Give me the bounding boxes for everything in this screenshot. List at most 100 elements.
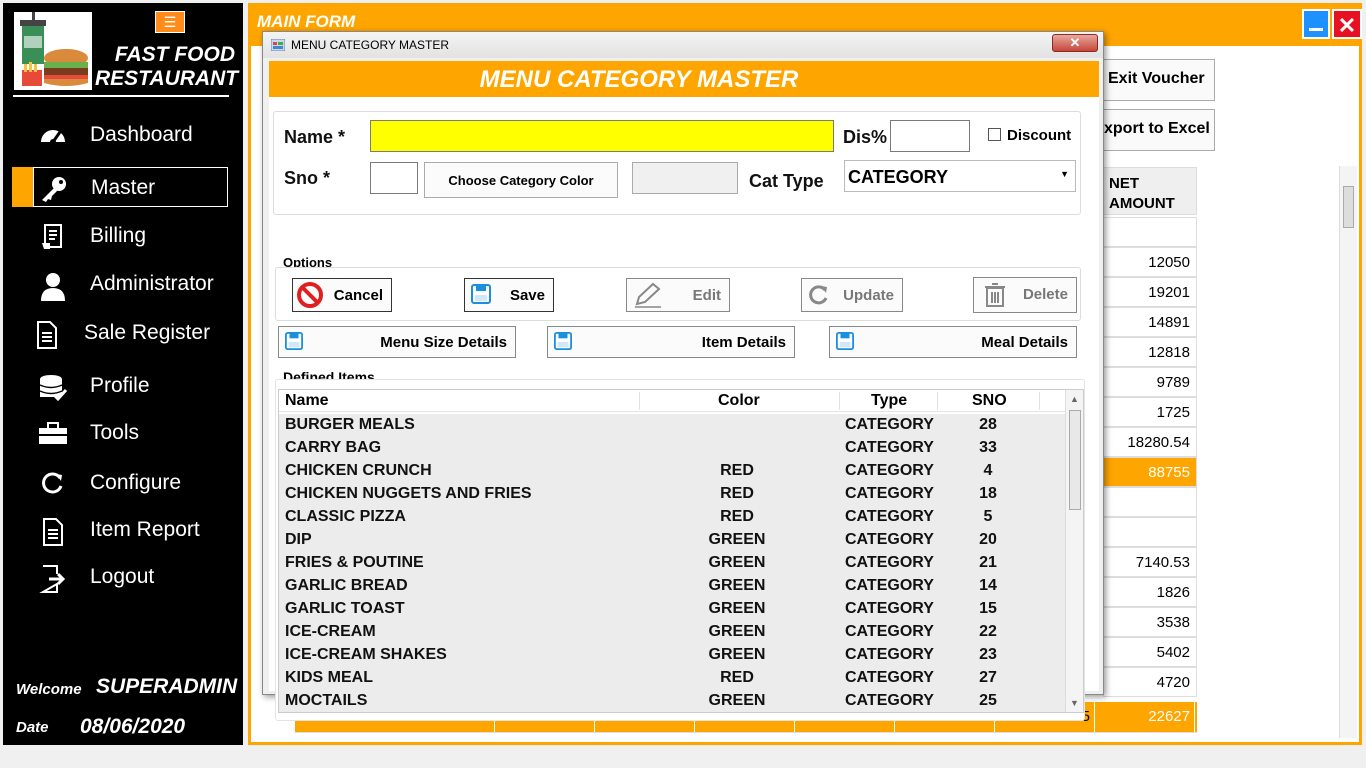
net-amount-cell: 18280.54 xyxy=(1103,427,1197,457)
table-row[interactable]: CHICKEN CRUNCH RED CATEGORY 4 xyxy=(279,460,1065,483)
nav-configure[interactable]: Configure xyxy=(12,463,228,503)
table-row[interactable]: ICE-CREAM GREEN CATEGORY 22 xyxy=(279,621,1065,644)
nav-dashboard[interactable]: Dashboard xyxy=(12,115,228,155)
close-icon: ✕ xyxy=(1069,35,1081,50)
nav-profile[interactable]: Profile xyxy=(12,366,228,406)
nav-tools[interactable]: Tools xyxy=(12,413,228,453)
dialog-close-button[interactable]: ✕ xyxy=(1052,34,1098,52)
cell-type: CATEGORY xyxy=(845,669,934,686)
document-icon xyxy=(36,517,70,546)
close-button[interactable]: ✕ xyxy=(1332,9,1362,39)
pencil-icon xyxy=(635,282,661,308)
database-icon xyxy=(36,373,70,402)
table-row[interactable]: KIDS MEAL RED CATEGORY 27 xyxy=(279,667,1065,690)
total-net: 22627 xyxy=(1095,702,1195,732)
button-label: xport to Excel xyxy=(1104,120,1210,137)
welcome-label: Welcome xyxy=(16,681,82,698)
background-scrollbar[interactable] xyxy=(1339,166,1357,738)
scroll-up-icon[interactable]: ▲ xyxy=(1070,394,1079,404)
cell-type: CATEGORY xyxy=(845,577,934,594)
color-preview xyxy=(632,162,738,194)
discount-label: Discount xyxy=(1007,127,1072,144)
name-input[interactable] xyxy=(370,120,834,152)
nav-logout[interactable]: Logout xyxy=(12,557,228,597)
dialog-title: MENU CATEGORY MASTER xyxy=(291,38,450,52)
column-divider xyxy=(1039,392,1040,410)
table-row[interactable]: CLASSIC PIZZA RED CATEGORY 5 xyxy=(279,506,1065,529)
net-amount-cell: 14891 xyxy=(1103,307,1197,337)
cell-name: CHICKEN CRUNCH xyxy=(285,462,432,479)
cancel-button[interactable]: Cancel xyxy=(292,278,392,312)
divider xyxy=(13,95,229,97)
cell-type: CATEGORY xyxy=(845,646,934,663)
menu-size-details-button[interactable]: Menu Size Details xyxy=(278,326,516,358)
cell-name: CARRY BAG xyxy=(285,439,382,456)
save-button[interactable]: Save xyxy=(464,278,554,312)
cell-color: RED xyxy=(720,508,754,525)
table-row[interactable]: DIP GREEN CATEGORY 20 xyxy=(279,529,1065,552)
cell-name: KIDS MEAL xyxy=(285,669,373,686)
table-row[interactable]: FRIES & POUTINE GREEN CATEGORY 21 xyxy=(279,552,1065,575)
nav-item-report[interactable]: Item Report xyxy=(12,510,228,550)
column-header[interactable]: Name xyxy=(285,392,329,410)
cancel-icon xyxy=(297,282,323,308)
cell-color: GREEN xyxy=(708,692,766,709)
cell-name: GARLIC BREAD xyxy=(285,577,408,594)
nav-administrator[interactable]: Administrator xyxy=(12,264,228,304)
sno-input[interactable] xyxy=(370,162,418,194)
scroll-down-icon[interactable]: ▼ xyxy=(1070,698,1079,708)
scroll-thumb[interactable] xyxy=(1343,186,1354,228)
minimize-button[interactable] xyxy=(1302,9,1330,39)
choose-color-button[interactable]: Choose Category Color xyxy=(424,162,618,198)
button-label: Meal Details xyxy=(981,334,1068,351)
restaurant-logo xyxy=(14,12,92,90)
grid-scrollbar[interactable]: ▲ ▼ xyxy=(1065,390,1083,712)
cell-sno: 5 xyxy=(983,508,993,525)
dialog-titlebar: MENU CATEGORY MASTER ✕ xyxy=(263,32,1103,58)
net-amount-cell: 1826 xyxy=(1103,577,1197,607)
cell-type: CATEGORY xyxy=(845,623,934,640)
menu-toggle-button[interactable]: ☰ xyxy=(155,11,185,33)
net-amount-cell: 7140.53 xyxy=(1103,547,1197,577)
cell-name: GARLIC TOAST xyxy=(285,600,405,617)
close-icon: ✕ xyxy=(1337,13,1357,38)
nav-master[interactable]: Master xyxy=(33,167,228,207)
dialog-header: MENU CATEGORY MASTER xyxy=(269,61,1099,97)
discount-checkbox[interactable] xyxy=(988,128,1001,141)
export-excel-button[interactable]: xport to Excel xyxy=(1097,109,1215,151)
billing-icon xyxy=(36,223,70,251)
cell-sno: 4 xyxy=(983,462,993,479)
chevron-down-icon: ▼ xyxy=(1060,169,1069,179)
app-icon xyxy=(271,39,285,51)
item-details-button[interactable]: Item Details xyxy=(547,326,795,358)
column-header[interactable]: Color xyxy=(718,392,760,410)
table-row[interactable]: GARLIC TOAST GREEN CATEGORY 15 xyxy=(279,598,1065,621)
table-row[interactable]: CHICKEN NUGGETS AND FRIES RED CATEGORY 18 xyxy=(279,483,1065,506)
table-row[interactable]: CARRY BAG CATEGORY 33 xyxy=(279,437,1065,460)
net-amount-cell: 12050 xyxy=(1103,247,1197,277)
scroll-thumb[interactable] xyxy=(1069,410,1081,510)
nav-sale-register[interactable]: Sale Register xyxy=(12,313,228,353)
delete-button[interactable]: Delete xyxy=(973,277,1077,313)
cell-sno: 25 xyxy=(979,692,997,709)
exit-voucher-button[interactable]: Exit Voucher xyxy=(1097,59,1215,101)
table-row[interactable]: BURGER MEALS CATEGORY 28 xyxy=(279,414,1065,437)
dis-input[interactable] xyxy=(890,120,970,152)
cell-type: CATEGORY xyxy=(845,692,934,709)
table-row[interactable]: MOCTAILS GREEN CATEGORY 25 xyxy=(279,690,1065,712)
table-row[interactable]: ICE-CREAM SHAKES GREEN CATEGORY 23 xyxy=(279,644,1065,667)
nav-label: Profile xyxy=(90,374,150,397)
meal-details-button[interactable]: Meal Details xyxy=(829,326,1077,358)
cell-sno: 23 xyxy=(979,646,997,663)
column-header[interactable]: Type xyxy=(871,392,907,410)
net-amount-cell: 1725 xyxy=(1103,397,1197,427)
table-row[interactable]: GARLIC BREAD GREEN CATEGORY 14 xyxy=(279,575,1065,598)
grid-header: Name Color Type SNO xyxy=(279,390,1065,412)
nav-billing[interactable]: Billing xyxy=(12,216,228,256)
cat-type-select[interactable]: CATEGORY ▼ xyxy=(844,160,1076,192)
cell-sno: 14 xyxy=(979,577,997,594)
update-button[interactable]: Update xyxy=(801,278,903,312)
column-header[interactable]: SNO xyxy=(972,392,1007,410)
edit-button[interactable]: Edit xyxy=(626,278,730,312)
save-icon xyxy=(836,332,854,350)
